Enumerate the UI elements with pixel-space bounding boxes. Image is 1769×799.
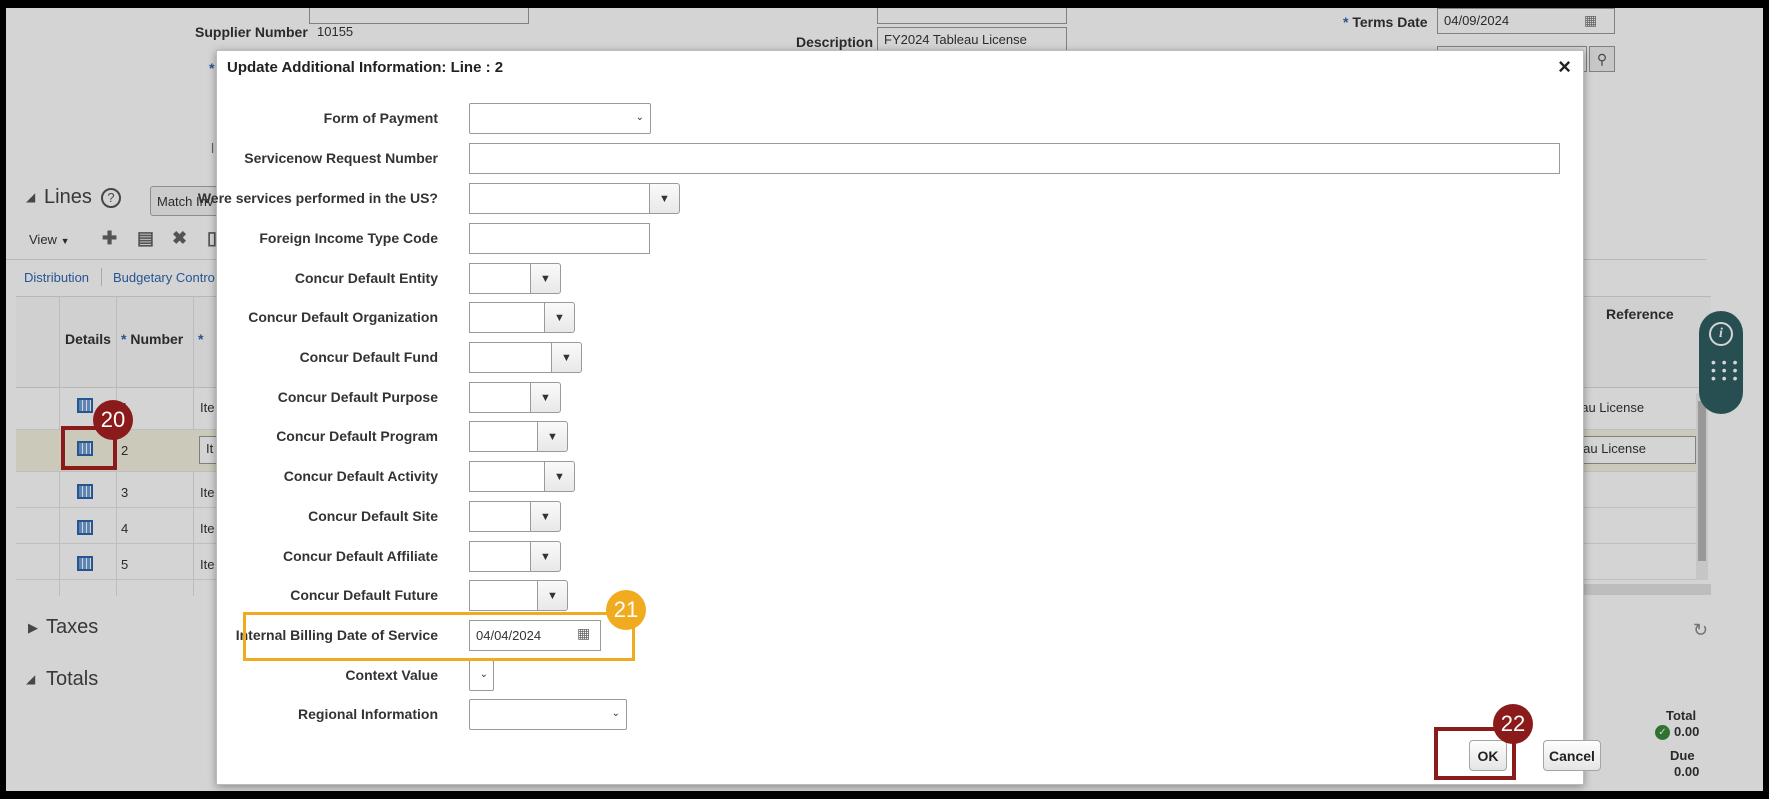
dialog-title: Update Additional Information: Line : 2 — [227, 59, 504, 76]
form-of-payment-label: Form of Payment — [323, 110, 438, 126]
row-affiliate: Concur Default Affiliate ▼ — [217, 541, 1583, 572]
row-activity: Concur Default Activity ▼ — [217, 461, 1583, 492]
dropdown-arrow-icon[interactable]: ▼ — [537, 580, 568, 611]
dropdown-arrow-icon[interactable]: ▼ — [551, 342, 582, 373]
servicenow-input[interactable] — [469, 143, 1560, 174]
close-icon[interactable]: × — [1558, 55, 1571, 79]
services-us-field[interactable] — [469, 183, 649, 214]
regional-select[interactable]: ⌄ — [469, 699, 627, 730]
future-label: Concur Default Future — [290, 587, 438, 603]
fund-combo[interactable]: ▼ — [469, 342, 582, 373]
activity-label: Concur Default Activity — [283, 468, 438, 484]
purpose-combo[interactable]: ▼ — [469, 382, 561, 413]
row-purpose: Concur Default Purpose ▼ — [217, 382, 1583, 413]
services-us-label: Were services performed in the US? — [197, 190, 438, 206]
row-fund: Concur Default Fund ▼ — [217, 342, 1583, 373]
site-label: Concur Default Site — [308, 508, 438, 524]
dropdown-arrow-icon[interactable]: ▼ — [530, 382, 561, 413]
entity-combo[interactable]: ▼ — [469, 263, 561, 294]
affiliate-combo[interactable]: ▼ — [469, 541, 561, 572]
row-servicenow: Servicenow Request Number — [217, 143, 1583, 174]
screen-frame: Supplier Number 10155 Description FY2024… — [6, 8, 1763, 791]
foreign-income-input[interactable] — [469, 223, 650, 254]
program-field[interactable] — [469, 421, 537, 452]
highlight-billing-date — [243, 612, 635, 661]
servicenow-label: Servicenow Request Number — [244, 150, 438, 166]
services-us-combo[interactable]: ▼ — [469, 183, 680, 214]
dropdown-arrow-icon[interactable]: ▼ — [530, 541, 561, 572]
dropdown-arrow-icon[interactable]: ▼ — [530, 501, 561, 532]
context-label: Context Value — [345, 667, 438, 683]
row-future: Concur Default Future ▼ — [217, 580, 1583, 611]
fund-field[interactable] — [469, 342, 551, 373]
organization-combo[interactable]: ▼ — [469, 302, 575, 333]
future-combo[interactable]: ▼ — [469, 580, 568, 611]
fund-label: Concur Default Fund — [299, 349, 438, 365]
dropdown-arrow-icon[interactable]: ▼ — [530, 263, 561, 294]
program-combo[interactable]: ▼ — [469, 421, 568, 452]
step-marker-22: 22 — [1493, 704, 1533, 744]
step-marker-20: 20 — [93, 400, 133, 440]
site-field[interactable] — [469, 501, 530, 532]
affiliate-field[interactable] — [469, 541, 530, 572]
step-marker-21: 21 — [606, 590, 646, 630]
row-context: Context Value ⌄ — [217, 660, 1583, 691]
form-of-payment-select[interactable]: ⌄ — [469, 103, 651, 134]
row-regional: Regional Information ⌄ — [217, 699, 1583, 730]
affiliate-label: Concur Default Affiliate — [282, 548, 438, 564]
update-additional-info-dialog: Update Additional Information: Line : 2 … — [198, 50, 1601, 785]
dropdown-arrow-icon[interactable]: ▼ — [544, 461, 575, 492]
activity-field[interactable] — [469, 461, 544, 492]
purpose-field[interactable] — [469, 382, 530, 413]
activity-combo[interactable]: ▼ — [469, 461, 575, 492]
row-services-us: Were services performed in the US? ▼ — [198, 183, 1583, 214]
dropdown-arrow-icon[interactable]: ▼ — [537, 421, 568, 452]
context-select[interactable]: ⌄ — [469, 660, 494, 691]
regional-label: Regional Information — [298, 706, 438, 722]
purpose-label: Concur Default Purpose — [277, 389, 438, 405]
organization-field[interactable] — [469, 302, 544, 333]
program-label: Concur Default Program — [276, 428, 438, 444]
cancel-button[interactable]: Cancel — [1543, 740, 1601, 771]
row-entity: Concur Default Entity ▼ — [217, 263, 1583, 294]
chevron-down-icon: ⌄ — [611, 708, 620, 719]
organization-label: Concur Default Organization — [248, 309, 438, 325]
row-form-of-payment: Form of Payment ⌄ — [217, 103, 1583, 134]
row-program: Concur Default Program ▼ — [217, 421, 1583, 452]
row-foreign-income: Foreign Income Type Code — [217, 223, 1583, 254]
site-combo[interactable]: ▼ — [469, 501, 561, 532]
row-organization: Concur Default Organization ▼ — [217, 302, 1583, 333]
entity-label: Concur Default Entity — [294, 270, 438, 286]
future-field[interactable] — [469, 580, 537, 611]
chevron-down-icon: ⌄ — [635, 112, 644, 123]
dropdown-arrow-icon[interactable]: ▼ — [544, 302, 575, 333]
chevron-down-icon: ⌄ — [479, 669, 488, 680]
dropdown-arrow-icon[interactable]: ▼ — [649, 183, 680, 214]
entity-field[interactable] — [469, 263, 530, 294]
row-site: Concur Default Site ▼ — [217, 501, 1583, 532]
foreign-income-label: Foreign Income Type Code — [259, 230, 438, 246]
